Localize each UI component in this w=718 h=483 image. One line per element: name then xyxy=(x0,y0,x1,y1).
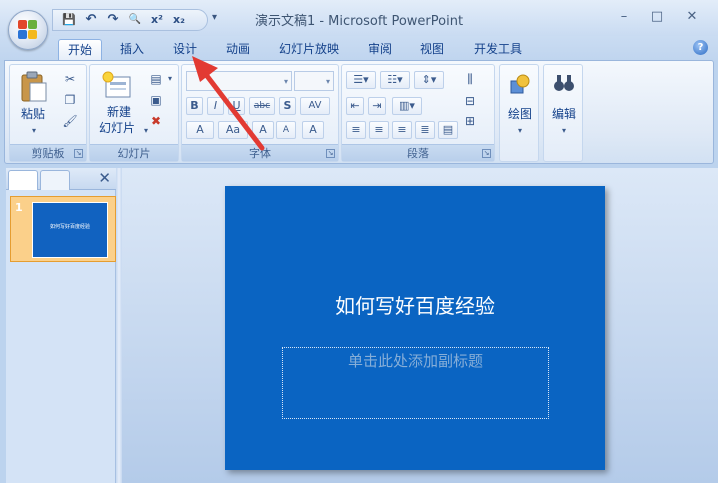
justify-button[interactable]: ≣ xyxy=(415,121,435,139)
pane-tabs: ✕ xyxy=(6,168,116,190)
editing-button[interactable]: 编辑 xyxy=(544,107,584,122)
line-spacing-button[interactable]: ⇕▾ xyxy=(414,71,444,89)
align-left-button[interactable]: ≡ xyxy=(346,121,366,139)
slide-editor[interactable]: 如何写好百度经验 单击此处添加副标题 xyxy=(225,186,605,470)
title-bar: 💾 ↶ ↷ 🔍 x² x₂ ▾ 演示文稿1 - Microsoft PowerP… xyxy=(0,0,718,36)
paragraph-group-label: 段落 xyxy=(342,144,494,161)
font-group: ▾ ▾ B I U abc S AV A Aa A A A 字体 ↘ xyxy=(181,64,339,162)
window-title: 演示文稿1 - Microsoft PowerPoint xyxy=(254,14,464,29)
outline-tab-icon[interactable] xyxy=(40,170,70,190)
bullets-button[interactable]: ☰▾ xyxy=(346,71,376,89)
ribbon-tabs: 开始 插入 设计 动画 幻灯片放映 审阅 视图 开发工具 ? xyxy=(0,36,718,60)
binoculars-icon[interactable] xyxy=(553,73,575,93)
office-button[interactable] xyxy=(8,10,48,50)
distribute-button[interactable]: ▤ xyxy=(438,121,458,139)
font-launcher-icon[interactable]: ↘ xyxy=(326,149,335,158)
tab-developer[interactable]: 开发工具 xyxy=(466,39,530,60)
smartart-icon[interactable]: ⊞ xyxy=(462,113,478,129)
numbering-button[interactable]: ☷▾ xyxy=(380,71,410,89)
drawing-group: 绘图 ▾ xyxy=(499,64,539,162)
decrease-indent-button[interactable]: ⇤ xyxy=(346,97,364,115)
ribbon: 粘贴 ▾ ✂ ❐ 🖌 剪贴板 ↘ 新建 幻灯片 ▾ ▤ ▾ ▣ ✖ 幻灯片 ▾ … xyxy=(4,60,714,164)
slides-group-label: 幻灯片 xyxy=(90,144,178,161)
slides-group: 新建 幻灯片 ▾ ▤ ▾ ▣ ✖ 幻灯片 xyxy=(89,64,179,162)
new-slide-label-2[interactable]: 幻灯片 xyxy=(90,121,144,136)
subtitle-placeholder-text: 单击此处添加副标题 xyxy=(347,352,483,370)
align-right-button[interactable]: ≡ xyxy=(392,121,412,139)
slide-thumbnail[interactable]: 如何写好百度经验 xyxy=(32,202,108,258)
minimize-button[interactable]: – xyxy=(612,8,636,26)
close-button[interactable]: ✕ xyxy=(680,8,704,26)
help-icon[interactable]: ? xyxy=(693,40,708,55)
paragraph-launcher-icon[interactable]: ↘ xyxy=(482,149,491,158)
chevron-down-icon: ▾ xyxy=(325,77,330,86)
font-size-combo[interactable]: ▾ xyxy=(294,71,334,91)
shrink-font-button[interactable]: A xyxy=(276,121,296,139)
office-logo-icon xyxy=(18,20,38,40)
shapes-icon[interactable] xyxy=(509,73,531,95)
slide-number: 1 xyxy=(15,201,23,214)
tab-insert[interactable]: 插入 xyxy=(110,39,154,60)
paste-icon[interactable] xyxy=(20,71,48,103)
char-spacing-button[interactable]: AV xyxy=(300,97,330,115)
slide-thumbnail-selected[interactable]: 1 如何写好百度经验 xyxy=(10,196,116,262)
drawing-button[interactable]: 绘图 xyxy=(500,107,540,122)
align-text-icon[interactable]: ⊟ xyxy=(462,93,478,109)
delete-slide-icon[interactable]: ✖ xyxy=(148,113,164,129)
grow-font-button[interactable]: A xyxy=(252,121,274,139)
tab-home[interactable]: 开始 xyxy=(58,39,102,60)
drawing-dropdown-icon[interactable]: ▾ xyxy=(512,123,528,139)
columns-button[interactable]: ▥▾ xyxy=(392,97,422,115)
new-slide-icon[interactable] xyxy=(102,71,132,99)
editing-dropdown-icon[interactable]: ▾ xyxy=(556,123,572,139)
strikethrough-button[interactable]: abc xyxy=(249,97,275,115)
maximize-button[interactable]: □ xyxy=(645,8,669,26)
tab-animations[interactable]: 动画 xyxy=(216,39,260,60)
bold-button[interactable]: B xyxy=(186,97,203,115)
align-center-button[interactable]: ≡ xyxy=(369,121,389,139)
text-direction-icon[interactable]: ⫼ xyxy=(462,71,478,87)
tab-review[interactable]: 审阅 xyxy=(358,39,402,60)
underline-button[interactable]: U xyxy=(228,97,245,115)
format-painter-icon[interactable]: 🖌 xyxy=(62,113,78,129)
clipboard-launcher-icon[interactable]: ↘ xyxy=(74,149,83,158)
slides-tab-icon[interactable] xyxy=(8,170,38,190)
clear-format-button[interactable]: A xyxy=(302,121,324,139)
text-shadow-button[interactable]: S xyxy=(279,97,296,115)
tab-view[interactable]: 视图 xyxy=(410,39,454,60)
editing-group: 编辑 ▾ xyxy=(543,64,583,162)
font-color-button[interactable]: A xyxy=(186,121,214,139)
paste-button[interactable]: 粘贴 xyxy=(16,107,50,122)
reset-slide-icon[interactable]: ▣ xyxy=(148,92,164,108)
new-slide-label-1[interactable]: 新建 xyxy=(94,105,144,120)
slides-pane: ✕ 1 如何写好百度经验 xyxy=(6,168,116,483)
slide-thumbnail-title: 如何写好百度经验 xyxy=(49,224,90,230)
font-group-label: 字体 xyxy=(182,144,338,161)
layout-dropdown-icon[interactable]: ▾ xyxy=(162,71,178,87)
subtitle-placeholder[interactable]: 单击此处添加副标题 xyxy=(282,347,549,419)
tab-design[interactable]: 设计 xyxy=(163,39,207,60)
font-name-combo[interactable]: ▾ xyxy=(186,71,292,91)
copy-icon[interactable]: ❐ xyxy=(62,92,78,108)
italic-button[interactable]: I xyxy=(207,97,224,115)
paste-dropdown-icon[interactable]: ▾ xyxy=(26,123,42,139)
slide-title[interactable]: 如何写好百度经验 xyxy=(225,290,605,319)
change-case-button[interactable]: Aa xyxy=(218,121,248,139)
cut-icon[interactable]: ✂ xyxy=(62,71,78,87)
close-icon[interactable]: ✕ xyxy=(98,169,111,187)
increase-indent-button[interactable]: ⇥ xyxy=(368,97,386,115)
tab-slideshow[interactable]: 幻灯片放映 xyxy=(272,39,346,60)
clipboard-group: 粘贴 ▾ ✂ ❐ 🖌 剪贴板 ↘ xyxy=(9,64,87,162)
paragraph-group: ☰▾ ☷▾ ⇕▾ ⫼ ⇤ ⇥ ▥▾ ⊟ ⊞ ≡ ≡ ≡ ≣ ▤ 段落 ↘ xyxy=(341,64,495,162)
chevron-down-icon: ▾ xyxy=(283,77,288,86)
